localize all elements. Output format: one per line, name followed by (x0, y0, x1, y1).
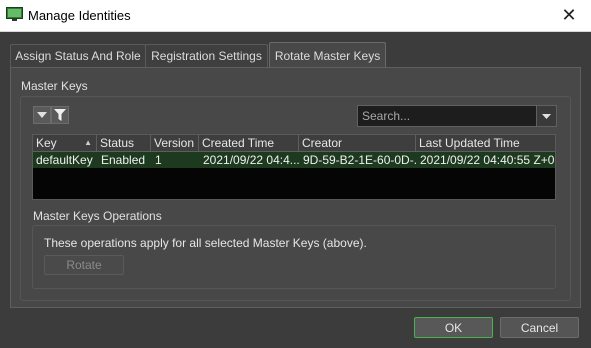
chevron-down-icon (542, 113, 551, 119)
cell-created-time: 2021/09/22 04:4... (203, 153, 299, 167)
cell-last-updated-time: 2021/09/22 04:40:55 Z+00 (420, 153, 555, 167)
filter-icon (54, 109, 66, 121)
filter-button[interactable] (51, 106, 69, 124)
operations-group-label: Master Keys Operations (33, 209, 162, 223)
master-keys-table: Key ▲ Status Version Created Time Creato… (32, 134, 556, 200)
window-title: Manage Identities (28, 8, 131, 23)
cell-version: 1 (155, 153, 162, 167)
table-row[interactable]: defaultKey Enabled 1 2021/09/22 04:4... … (33, 152, 555, 168)
tab-label: Rotate Master Keys (274, 48, 381, 63)
operations-description: These operations apply for all selected … (44, 236, 367, 250)
tab-registration-settings[interactable]: Registration Settings (145, 44, 268, 67)
sort-ascending-icon: ▲ (84, 138, 92, 147)
tab-label: Registration Settings (151, 49, 262, 63)
cell-key: defaultKey (36, 153, 93, 167)
cell-status: Enabled (101, 153, 146, 167)
search-input[interactable] (358, 106, 544, 126)
tab-rotate-master-keys[interactable]: Rotate Master Keys (269, 42, 386, 68)
column-header-version[interactable]: Version (151, 135, 199, 151)
app-monitor-icon (6, 7, 23, 21)
column-header-last-updated-time[interactable]: Last Updated Time (416, 135, 555, 151)
column-header-created-time[interactable]: Created Time (199, 135, 299, 151)
master-keys-group-label: Master Keys (21, 79, 88, 93)
column-header-key[interactable]: Key ▲ (33, 135, 97, 151)
close-icon[interactable]: ✕ (547, 0, 591, 31)
table-header: Key ▲ Status Version Created Time Creato… (33, 135, 555, 152)
rotate-button[interactable]: Rotate (44, 255, 124, 275)
search-dropdown-button[interactable] (536, 106, 556, 126)
chevron-down-icon (37, 112, 47, 118)
tab-label: Assign Status And Role (15, 49, 141, 63)
cancel-button[interactable]: Cancel (500, 317, 579, 338)
ok-button[interactable]: OK (414, 317, 493, 338)
tab-assign-status-and-role[interactable]: Assign Status And Role (10, 44, 146, 67)
title-bar: Manage Identities ✕ (0, 0, 591, 32)
cell-creator: 9D-59-B2-1E-60-0D-... (303, 153, 416, 167)
search-box (357, 105, 557, 127)
dropdown-menu-button[interactable] (33, 106, 51, 124)
column-header-creator[interactable]: Creator (299, 135, 416, 151)
column-header-status[interactable]: Status (97, 135, 151, 151)
